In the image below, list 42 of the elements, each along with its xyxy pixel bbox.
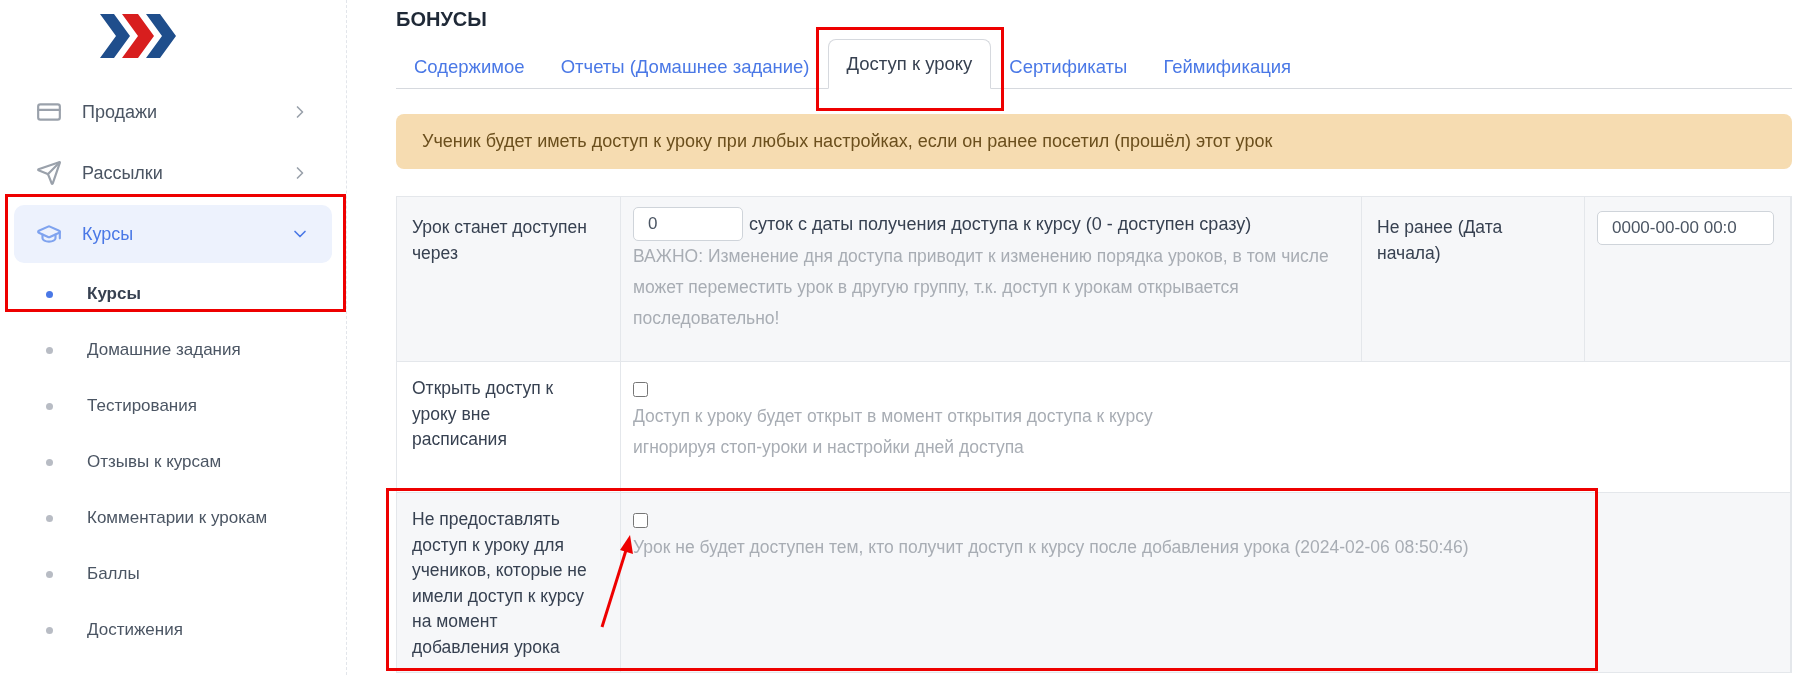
- sidebar-item[interactable]: Курсы: [14, 205, 332, 263]
- sidebar-subitem[interactable]: Достижения: [14, 602, 332, 658]
- bullet-icon: [46, 514, 53, 522]
- tab[interactable]: Сертификаты: [991, 46, 1146, 88]
- tab[interactable]: Доступ к уроку: [827, 39, 992, 89]
- checkbox[interactable]: [633, 382, 648, 397]
- sidebar-subitem[interactable]: Домашние задания: [14, 322, 332, 378]
- form-label: Не предоставлять доступ к уроку для учеников, которые не имели доступ к курсу на момент добавления урока: [397, 493, 621, 673]
- sidebar-subitem[interactable]: Отзывы к курсам: [14, 434, 332, 490]
- sidebar-item-label: Курсы: [82, 223, 135, 245]
- form-label: Не ранее (Дата начала): [1362, 197, 1585, 362]
- tab[interactable]: Содержимое: [396, 46, 543, 88]
- bullet-icon: [46, 402, 53, 410]
- sidebar-subitem[interactable]: Курсы: [14, 266, 332, 322]
- bullet-icon: [46, 346, 53, 354]
- bullet-icon: [46, 570, 53, 578]
- sidebar-item-label: Продажи: [82, 101, 159, 123]
- tab[interactable]: Геймификация: [1145, 46, 1310, 88]
- checkbox[interactable]: [633, 513, 648, 528]
- hint-text: Доступ к уроку будет открыт в момент открытия доступа к курсу: [633, 405, 1154, 428]
- date-input[interactable]: 0000-00-00 00:0: [1597, 211, 1774, 245]
- sidebar-subitem[interactable]: Баллы: [14, 546, 332, 602]
- page-title: БОНУСЫ: [396, 8, 488, 32]
- bullet-icon: [46, 290, 53, 298]
- sidebar-subitem[interactable]: Комментарии к урокам: [14, 490, 332, 546]
- paper-plane-icon: [36, 160, 62, 186]
- tab[interactable]: Отчеты (Домашнее задание): [542, 46, 828, 88]
- hint-text: Урок не будет доступен тем, кто получит доступ к курсу после добавления урока (2024-02-06 08:50:46): [633, 536, 1470, 559]
- sidebar-item-label: Рассылки: [82, 162, 164, 184]
- info-alert: Ученик будет иметь доступ к уроку при любых настройках, если он ранее посетил (прошёл) этот урок: [396, 114, 1792, 169]
- bullet-icon: [46, 458, 53, 466]
- sidebar-item[interactable]: Рассылки: [14, 144, 332, 202]
- logo-icon: [100, 14, 176, 58]
- form-label: Урок станет доступен через: [397, 197, 621, 362]
- sidebar-subitem[interactable]: Тестирования: [14, 378, 332, 434]
- days-suffix-text: суток с даты получения доступа к курсу (0 - доступен сразу): [749, 213, 1252, 235]
- hint-text: игнорируя стоп-уроки и настройки дней доступа: [633, 436, 1025, 459]
- bullet-icon: [46, 626, 53, 634]
- days-input[interactable]: 0: [633, 207, 743, 241]
- hint-text: ВАЖНО: Изменение дня доступа приводит к изменению порядка уроков, в том числе может переместить урок в другую группу, т.к. доступ к урокам открывается последовательно!: [633, 245, 1330, 330]
- form-label: Открыть доступ к уроку вне расписания: [397, 362, 621, 493]
- sidebar-item[interactable]: Продажи: [14, 83, 332, 141]
